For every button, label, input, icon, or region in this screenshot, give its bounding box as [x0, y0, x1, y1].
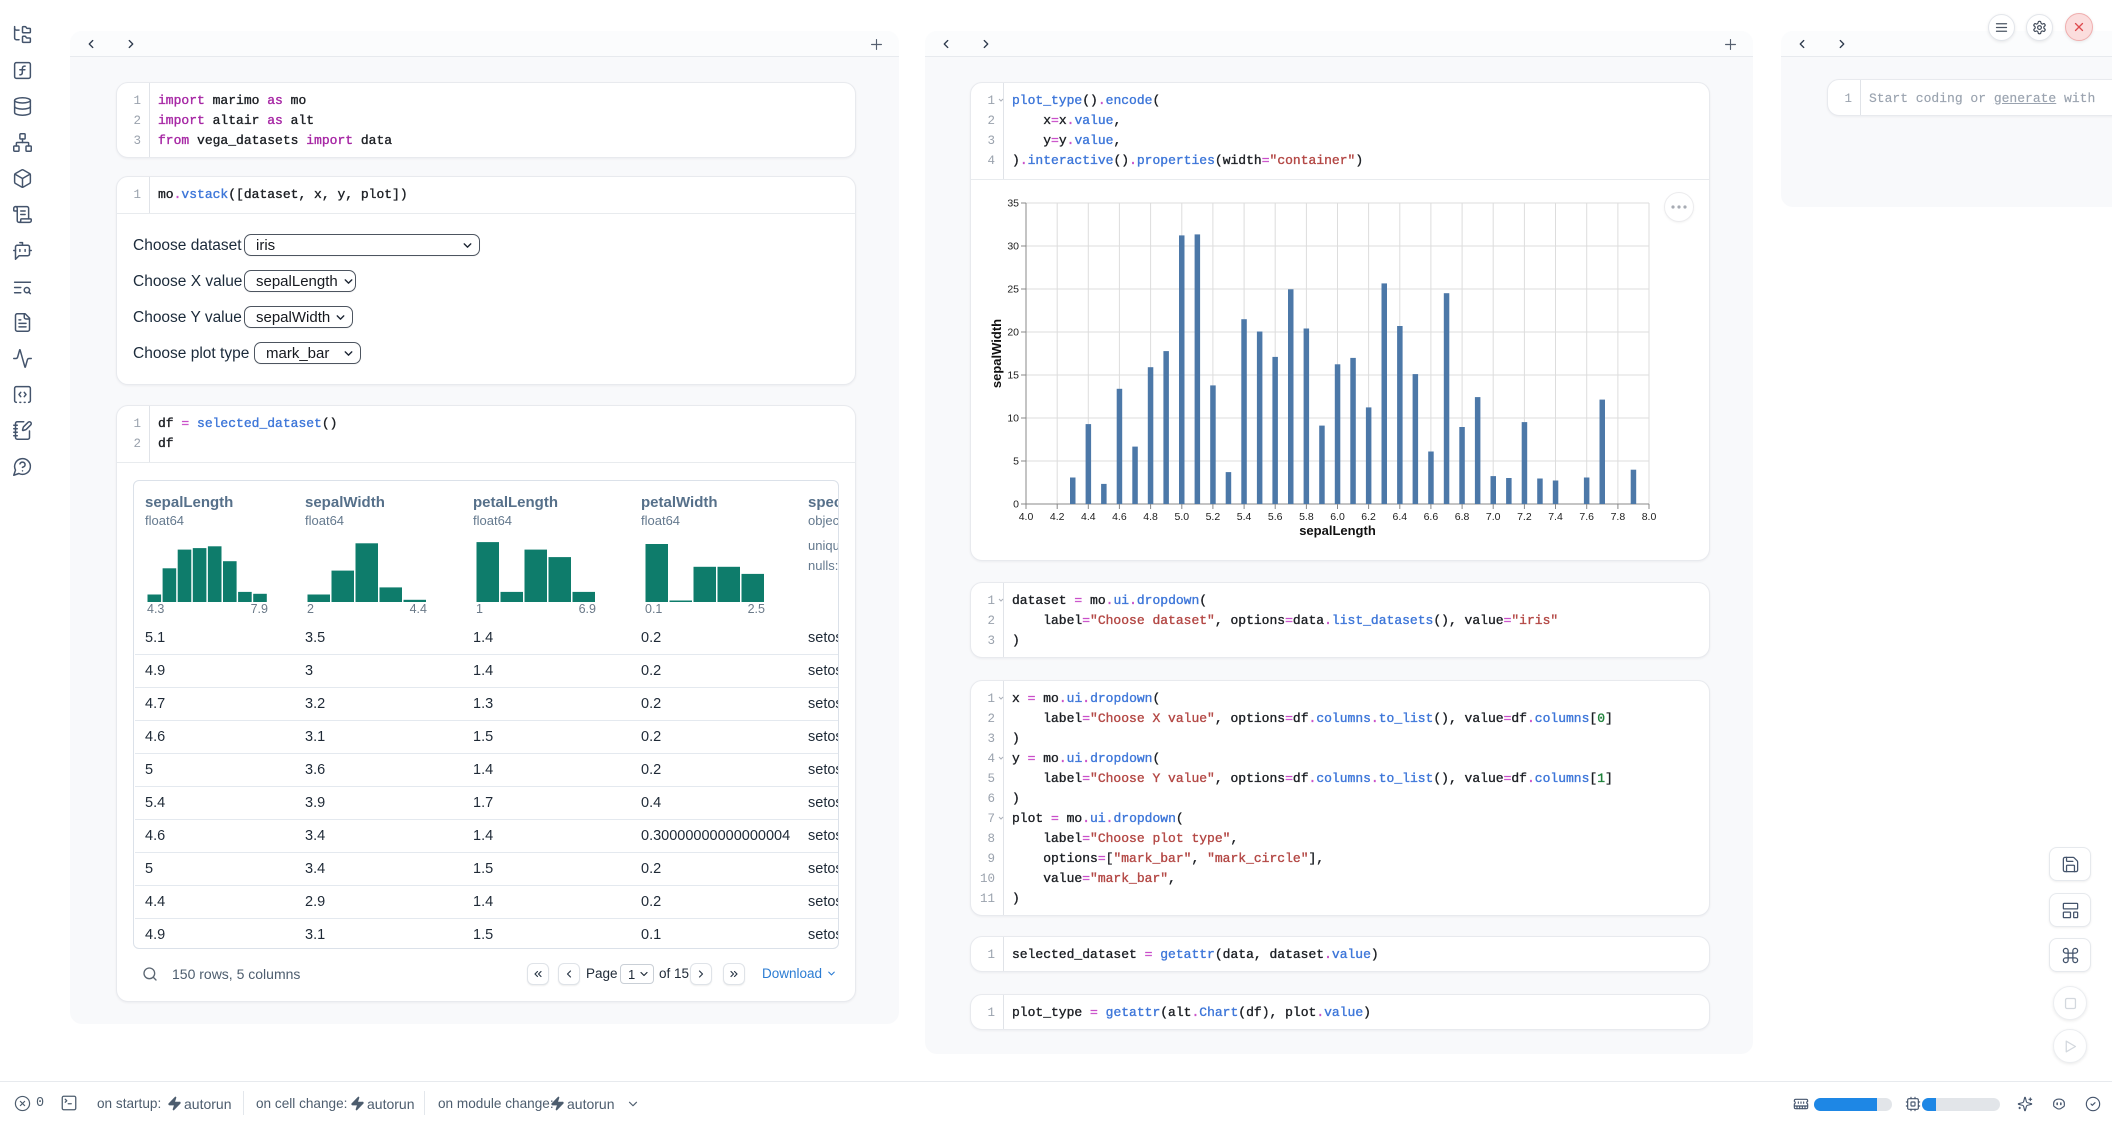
svg-text:30: 30 — [1007, 241, 1019, 253]
svg-text:25: 25 — [1007, 284, 1019, 296]
svg-text:4.2: 4.2 — [1050, 511, 1065, 523]
svg-text:5.8: 5.8 — [1299, 511, 1314, 523]
svg-text:sepalWidth: sepalWidth — [989, 319, 1004, 388]
svg-text:sepalLength: sepalLength — [1299, 523, 1376, 538]
svg-text:5: 5 — [1013, 456, 1019, 468]
svg-text:6.6: 6.6 — [1424, 511, 1439, 523]
svg-text:4.8: 4.8 — [1143, 511, 1158, 523]
svg-text:7.6: 7.6 — [1579, 511, 1594, 523]
svg-text:6.8: 6.8 — [1455, 511, 1470, 523]
svg-text:4.4: 4.4 — [1081, 511, 1096, 523]
svg-text:5.0: 5.0 — [1174, 511, 1189, 523]
svg-text:5.4: 5.4 — [1237, 511, 1252, 523]
svg-text:0: 0 — [1013, 499, 1019, 511]
svg-text:20: 20 — [1007, 327, 1019, 339]
svg-text:5.6: 5.6 — [1268, 511, 1283, 523]
svg-text:7.4: 7.4 — [1548, 511, 1563, 523]
svg-text:5.2: 5.2 — [1206, 511, 1221, 523]
svg-text:7.2: 7.2 — [1517, 511, 1532, 523]
svg-text:4.0: 4.0 — [1019, 511, 1034, 523]
svg-text:8.0: 8.0 — [1642, 511, 1657, 523]
svg-text:15: 15 — [1007, 370, 1019, 382]
svg-text:6.4: 6.4 — [1392, 511, 1407, 523]
svg-text:6.0: 6.0 — [1330, 511, 1345, 523]
svg-text:4.6: 4.6 — [1112, 511, 1127, 523]
svg-text:10: 10 — [1007, 413, 1019, 425]
svg-text:7.0: 7.0 — [1486, 511, 1501, 523]
svg-text:35: 35 — [1007, 198, 1019, 210]
svg-text:7.8: 7.8 — [1611, 511, 1626, 523]
svg-text:6.2: 6.2 — [1361, 511, 1376, 523]
